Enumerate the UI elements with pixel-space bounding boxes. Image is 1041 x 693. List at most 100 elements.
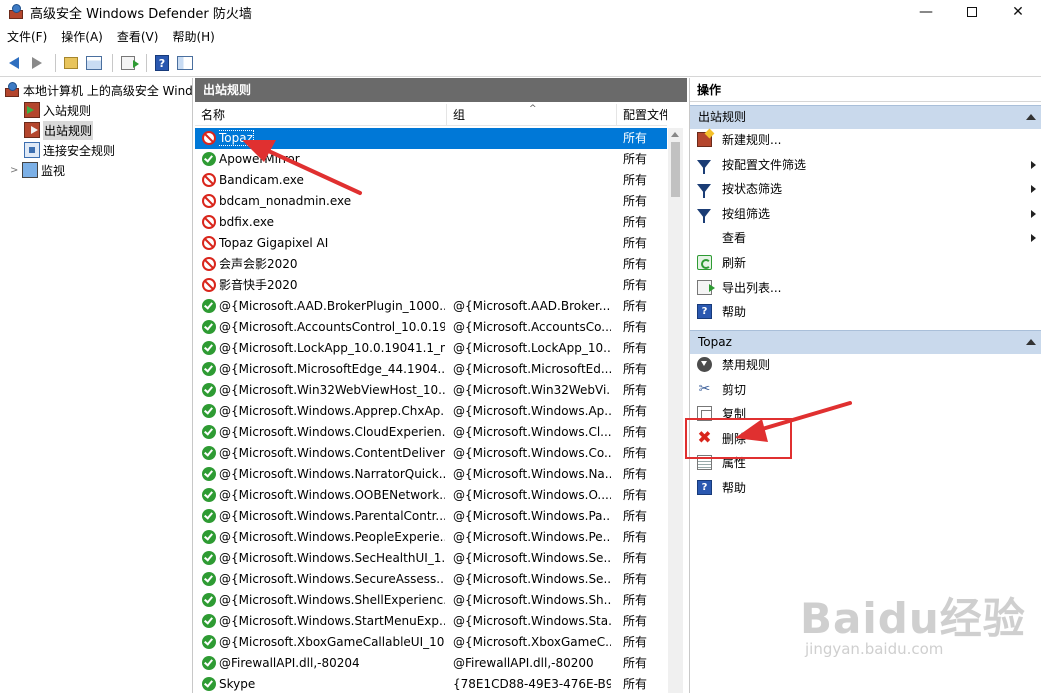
menu-action[interactable]: 操作(A) [54, 27, 110, 47]
table-row[interactable]: bdfix.exe 所有 [195, 212, 667, 233]
rule-profile-cell: 所有 [623, 152, 648, 166]
table-row[interactable]: @{Microsoft.Windows.OOBENetwork.... @{Mic… [195, 485, 667, 506]
actions-section-outbound[interactable]: 出站规则 [690, 105, 1041, 129]
table-row[interactable]: ApowerMirror 所有 [195, 149, 667, 170]
menu-help[interactable]: 帮助(H) [165, 27, 221, 47]
tree-item-monitor[interactable]: > 监视 [10, 160, 65, 180]
table-row[interactable]: @FirewallAPI.dll,-80204 @FirewallAPI.dll,… [195, 653, 667, 674]
tree-root[interactable]: 本地计算机 上的高级安全 Windows Defender 防火墙 [4, 80, 192, 100]
window-title: 高级安全 Windows Defender 防火墙 [30, 6, 252, 22]
table-row[interactable]: @{Microsoft.AAD.BrokerPlugin_1000.... @{M… [195, 296, 667, 317]
table-row[interactable]: Bandicam.exe 所有 [195, 170, 667, 191]
rule-profile-cell: 所有 [623, 572, 648, 586]
action-item[interactable]: ? 帮助 [690, 476, 1041, 500]
rule-group-cell [453, 170, 611, 191]
toolbar: ? [0, 50, 1041, 77]
rule-group-cell: @{Microsoft.Windows.Sh.... [453, 593, 611, 607]
table-row[interactable]: Skype {78E1CD88-49E3-476E-B9.... 所有 [195, 674, 667, 693]
scroll-thumb[interactable] [671, 142, 680, 197]
export-list-button[interactable] [118, 53, 139, 73]
action-item[interactable]: ? 帮助 [690, 300, 1041, 324]
column-header-name[interactable]: 名称 [195, 104, 447, 126]
monitor-icon [22, 162, 38, 178]
submenu-arrow-icon [1031, 185, 1036, 194]
action-item-label: 复制 [722, 407, 747, 422]
help-button[interactable]: ? [152, 53, 172, 73]
table-row[interactable]: @{Microsoft.Windows.SecHealthUI_1.... @{M… [195, 548, 667, 569]
action-item[interactable]: 查看 [690, 226, 1041, 250]
tree-item-connection-security[interactable]: 连接安全规则 [24, 140, 115, 160]
action-item[interactable]: 按配置文件筛选 [690, 153, 1041, 177]
copy-icon [697, 406, 712, 422]
show-hide-action-pane-button[interactable] [175, 53, 195, 73]
table-row[interactable]: @{Microsoft.XboxGameCallableUI_10.... @{M… [195, 632, 667, 653]
tree-item-connection-label: 连接安全规则 [43, 143, 116, 158]
action-item[interactable]: 刷新 [690, 251, 1041, 275]
table-row[interactable]: @{Microsoft.Windows.ShellExperienc.... @{… [195, 590, 667, 611]
expand-chevron-icon[interactable]: > [10, 165, 20, 176]
table-row[interactable]: @{Microsoft.Windows.ContentDeliver.... @{… [195, 443, 667, 464]
action-item[interactable]: 按状态筛选 [690, 177, 1041, 201]
blocked-rule-icon [202, 215, 216, 229]
table-row[interactable]: @{Microsoft.Windows.SecureAssess.... @{Mi… [195, 569, 667, 590]
action-item[interactable]: ✖ 删除 [690, 427, 1041, 451]
table-row[interactable]: @{Microsoft.Windows.Apprep.ChxAp.... @{Mi… [195, 401, 667, 422]
table-row[interactable]: @{Microsoft.Windows.NarratorQuick.... @{M… [195, 464, 667, 485]
inbound-rules-icon [24, 102, 40, 118]
menu-view[interactable]: 查看(V) [110, 27, 166, 47]
show-hide-tree-button[interactable] [84, 53, 104, 73]
rule-profile-cell: 所有 [623, 656, 648, 670]
up-folder-button[interactable] [61, 53, 81, 73]
action-item[interactable]: 新建规则... [690, 128, 1041, 152]
back-button[interactable] [4, 53, 24, 73]
tree-item-outbound[interactable]: 出站规则 [24, 120, 94, 140]
table-row[interactable]: @{Microsoft.MicrosoftEdge_44.1904.... @{M… [195, 359, 667, 380]
actions-section-selected-rule[interactable]: Topaz [690, 330, 1041, 354]
vertical-scrollbar[interactable] [668, 128, 683, 693]
rule-group-cell: @{Microsoft.Windows.Pe.... [453, 530, 611, 544]
action-item[interactable]: ✂ 剪切 [690, 378, 1041, 402]
minimize-button[interactable]: — [903, 0, 949, 24]
forward-button[interactable] [27, 53, 47, 73]
table-row[interactable]: @{Microsoft.Windows.ParentalContr.... @{M… [195, 506, 667, 527]
rules-list-pane: 出站规则 名称 组 配置文件 ^ Topaz 所有 ApowerMirror 所有 Ba… [195, 78, 687, 693]
action-item[interactable]: 导出列表... [690, 276, 1041, 300]
table-row[interactable]: @{Microsoft.AccountsControl_10.0.19.... @… [195, 317, 667, 338]
table-row[interactable]: Topaz 所有 [195, 128, 667, 149]
scroll-up-icon[interactable] [671, 132, 679, 137]
rule-group-cell [453, 128, 611, 149]
action-pane-icon [177, 56, 193, 70]
action-item[interactable]: 禁用规则 [690, 353, 1041, 377]
column-header-profile[interactable]: 配置文件 [617, 104, 667, 126]
tree-root-label: 本地计算机 上的高级安全 Windows Defender 防火墙 [23, 83, 192, 98]
close-button[interactable]: ✕ [995, 0, 1041, 24]
rule-profile-cell: 所有 [623, 362, 648, 376]
tree-item-inbound[interactable]: 入站规则 [24, 100, 91, 120]
allowed-rule-icon [202, 677, 216, 691]
blocked-rule-icon [202, 173, 216, 187]
table-row[interactable]: 影音快手2020 所有 [195, 275, 667, 296]
actions-title: 操作 [690, 78, 1041, 102]
collapse-icon[interactable] [1026, 339, 1036, 345]
allowed-rule-icon [202, 446, 216, 460]
table-row[interactable]: @{Microsoft.LockApp_10.0.19041.1_n.... @{… [195, 338, 667, 359]
rule-profile-cell: 所有 [623, 215, 648, 229]
table-row[interactable]: Topaz Gigapixel AI 所有 [195, 233, 667, 254]
table-row[interactable]: @{Microsoft.Windows.PeopleExperie.... @{M… [195, 527, 667, 548]
filter-icon [697, 184, 711, 199]
table-row[interactable]: @{Microsoft.Windows.StartMenuExp.... @{Mi… [195, 611, 667, 632]
maximize-button[interactable] [949, 0, 995, 24]
collapse-icon[interactable] [1026, 114, 1036, 120]
menu-file[interactable]: 文件(F) [0, 27, 54, 47]
table-row[interactable]: 会声会影2020 所有 [195, 254, 667, 275]
forward-arrow-icon [32, 57, 42, 69]
action-item[interactable]: 属性 [690, 451, 1041, 475]
table-row[interactable]: bdcam_nonadmin.exe 所有 [195, 191, 667, 212]
action-item[interactable]: 复制 [690, 402, 1041, 426]
rule-group-cell: @{Microsoft.Windows.O.... [453, 488, 611, 502]
table-row[interactable]: @{Microsoft.Win32WebViewHost_10.... @{Mic… [195, 380, 667, 401]
action-item[interactable]: 按组筛选 [690, 202, 1041, 226]
rules-table: Topaz 所有 ApowerMirror 所有 Bandicam.exe 所有 bdcam… [195, 128, 667, 693]
table-row[interactable]: @{Microsoft.Windows.CloudExperien.... @{M… [195, 422, 667, 443]
action-item-label: 删除 [722, 431, 747, 446]
